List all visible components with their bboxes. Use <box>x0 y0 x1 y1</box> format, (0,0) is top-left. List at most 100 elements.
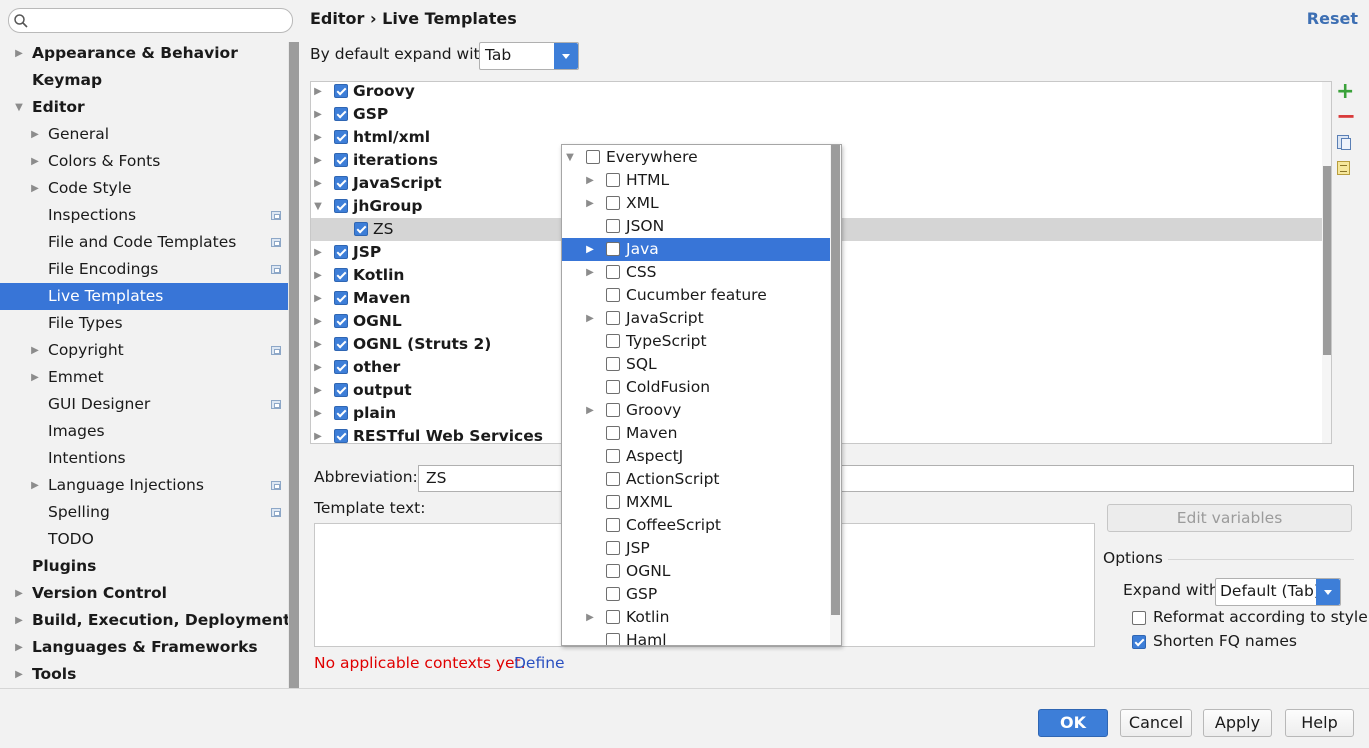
shorten-fq-checkbox[interactable] <box>1132 635 1146 649</box>
caret-right-icon[interactable]: ▶ <box>312 172 324 195</box>
context-checkbox[interactable] <box>606 334 620 348</box>
context-item[interactable]: ▶ JavaScript <box>562 307 830 330</box>
context-item[interactable]: OGNL <box>562 560 830 583</box>
caret-right-icon[interactable]: ▶ <box>312 264 324 287</box>
context-checkbox[interactable] <box>606 242 620 256</box>
sidebar-scrollbar-thumb[interactable] <box>289 42 299 688</box>
context-checkbox[interactable] <box>606 541 620 555</box>
template-enabled-checkbox[interactable] <box>334 84 348 98</box>
sidebar-item[interactable]: ▶ Languages & Frameworks <box>0 634 288 661</box>
caret-right-icon[interactable]: ▶ <box>584 169 596 192</box>
context-item[interactable]: TypeScript <box>562 330 830 353</box>
caret-right-icon[interactable]: ▶ <box>312 356 324 379</box>
sidebar-item[interactable]: File Encodings <box>0 256 288 283</box>
templates-scrollbar-thumb[interactable] <box>1323 166 1331 355</box>
context-item[interactable]: ▶ XML <box>562 192 830 215</box>
context-checkbox[interactable] <box>606 564 620 578</box>
reformat-checkbox[interactable] <box>1132 611 1146 625</box>
sidebar-item[interactable]: Intentions <box>0 445 288 472</box>
reset-link[interactable]: Reset <box>1307 9 1358 28</box>
caret-right-icon[interactable]: ▶ <box>312 402 324 425</box>
settings-search-input[interactable] <box>8 8 293 33</box>
caret-right-icon[interactable]: ▶ <box>312 425 324 443</box>
remove-icon[interactable]: − <box>1336 104 1356 128</box>
caret-right-icon[interactable]: ▶ <box>312 333 324 356</box>
help-button[interactable]: Help <box>1285 709 1354 737</box>
context-item[interactable]: ▶ Java <box>562 238 830 261</box>
context-item[interactable]: MXML <box>562 491 830 514</box>
abbreviation-field[interactable]: ZS <box>418 465 1354 492</box>
context-scrollbar-thumb[interactable] <box>831 145 840 615</box>
template-enabled-checkbox[interactable] <box>334 153 348 167</box>
caret-right-icon[interactable]: ▶ <box>312 103 324 126</box>
context-item[interactable]: CoffeeScript <box>562 514 830 537</box>
caret-right-icon[interactable]: ▶ <box>13 607 25 634</box>
template-enabled-checkbox[interactable] <box>334 176 348 190</box>
sidebar-item[interactable]: Plugins <box>0 553 288 580</box>
sidebar-item[interactable]: TODO <box>0 526 288 553</box>
template-enabled-checkbox[interactable] <box>334 360 348 374</box>
caret-down-icon[interactable]: ▼ <box>564 146 576 169</box>
caret-right-icon[interactable]: ▶ <box>29 121 41 148</box>
sidebar-item[interactable]: ▶ Build, Execution, Deployment <box>0 607 290 634</box>
caret-right-icon[interactable]: ▶ <box>29 472 41 499</box>
caret-right-icon[interactable]: ▶ <box>312 241 324 264</box>
context-item[interactable]: Haml <box>562 629 830 645</box>
template-enabled-checkbox[interactable] <box>334 199 348 213</box>
expand-with-select[interactable]: Default (Tab) <box>1215 578 1341 606</box>
sidebar-item[interactable]: ▶ Code Style <box>0 175 288 202</box>
caret-right-icon[interactable]: ▶ <box>312 126 324 149</box>
context-checkbox[interactable] <box>606 472 620 486</box>
chevron-down-icon[interactable] <box>1316 579 1340 605</box>
caret-right-icon[interactable]: ▶ <box>13 661 25 688</box>
context-checkbox[interactable] <box>606 288 620 302</box>
context-item[interactable]: ▶ Kotlin <box>562 606 830 629</box>
context-checkbox[interactable] <box>586 150 600 164</box>
context-item[interactable]: JSON <box>562 215 830 238</box>
caret-down-icon[interactable]: ▼ <box>13 94 25 121</box>
template-enabled-checkbox[interactable] <box>334 107 348 121</box>
context-item[interactable]: ▶ HTML <box>562 169 830 192</box>
context-checkbox[interactable] <box>606 311 620 325</box>
context-checkbox[interactable] <box>606 173 620 187</box>
caret-right-icon[interactable]: ▶ <box>29 148 41 175</box>
context-item[interactable]: GSP <box>562 583 830 606</box>
context-checkbox[interactable] <box>606 357 620 371</box>
caret-right-icon[interactable]: ▶ <box>584 606 596 629</box>
context-checkbox[interactable] <box>606 426 620 440</box>
template-enabled-checkbox[interactable] <box>334 429 348 443</box>
sidebar-item[interactable]: ▶ Version Control <box>0 580 288 607</box>
sidebar-item[interactable]: ▶ General <box>0 121 288 148</box>
sidebar-item[interactable]: Keymap <box>0 67 288 94</box>
context-checkbox[interactable] <box>606 518 620 532</box>
add-icon[interactable]: + <box>1336 81 1354 103</box>
edit-variables-button[interactable]: Edit variables <box>1107 504 1352 532</box>
sidebar-item[interactable]: ▶ Colors & Fonts <box>0 148 288 175</box>
context-item[interactable]: SQL <box>562 353 830 376</box>
caret-right-icon[interactable]: ▶ <box>29 364 41 391</box>
template-enabled-checkbox[interactable] <box>334 406 348 420</box>
sidebar-item[interactable]: Live Templates <box>0 283 288 310</box>
sidebar-item[interactable]: ▶ Emmet <box>0 364 288 391</box>
define-contexts-link[interactable]: Define <box>514 654 565 672</box>
context-item[interactable]: ▶ CSS <box>562 261 830 284</box>
template-enabled-checkbox[interactable] <box>354 222 368 236</box>
caret-right-icon[interactable]: ▶ <box>584 307 596 330</box>
caret-right-icon[interactable]: ▶ <box>29 175 41 202</box>
sidebar-item[interactable]: ▶ Appearance & Behavior <box>0 40 288 67</box>
edit-template-icon[interactable] <box>1337 161 1350 175</box>
context-checkbox[interactable] <box>606 265 620 279</box>
context-checkbox[interactable] <box>606 219 620 233</box>
template-enabled-checkbox[interactable] <box>334 268 348 282</box>
context-item[interactable]: Cucumber feature <box>562 284 830 307</box>
template-enabled-checkbox[interactable] <box>334 245 348 259</box>
caret-down-icon[interactable]: ▼ <box>312 195 324 218</box>
shorten-fq-label[interactable]: Shorten FQ names <box>1153 632 1297 650</box>
sidebar-item[interactable]: GUI Designer <box>0 391 288 418</box>
caret-right-icon[interactable]: ▶ <box>312 287 324 310</box>
sidebar-item[interactable]: Images <box>0 418 288 445</box>
sidebar-item[interactable]: ▶ Language Injections <box>0 472 288 499</box>
caret-right-icon[interactable]: ▶ <box>13 40 25 67</box>
context-item[interactable]: AspectJ <box>562 445 830 468</box>
context-checkbox[interactable] <box>606 403 620 417</box>
